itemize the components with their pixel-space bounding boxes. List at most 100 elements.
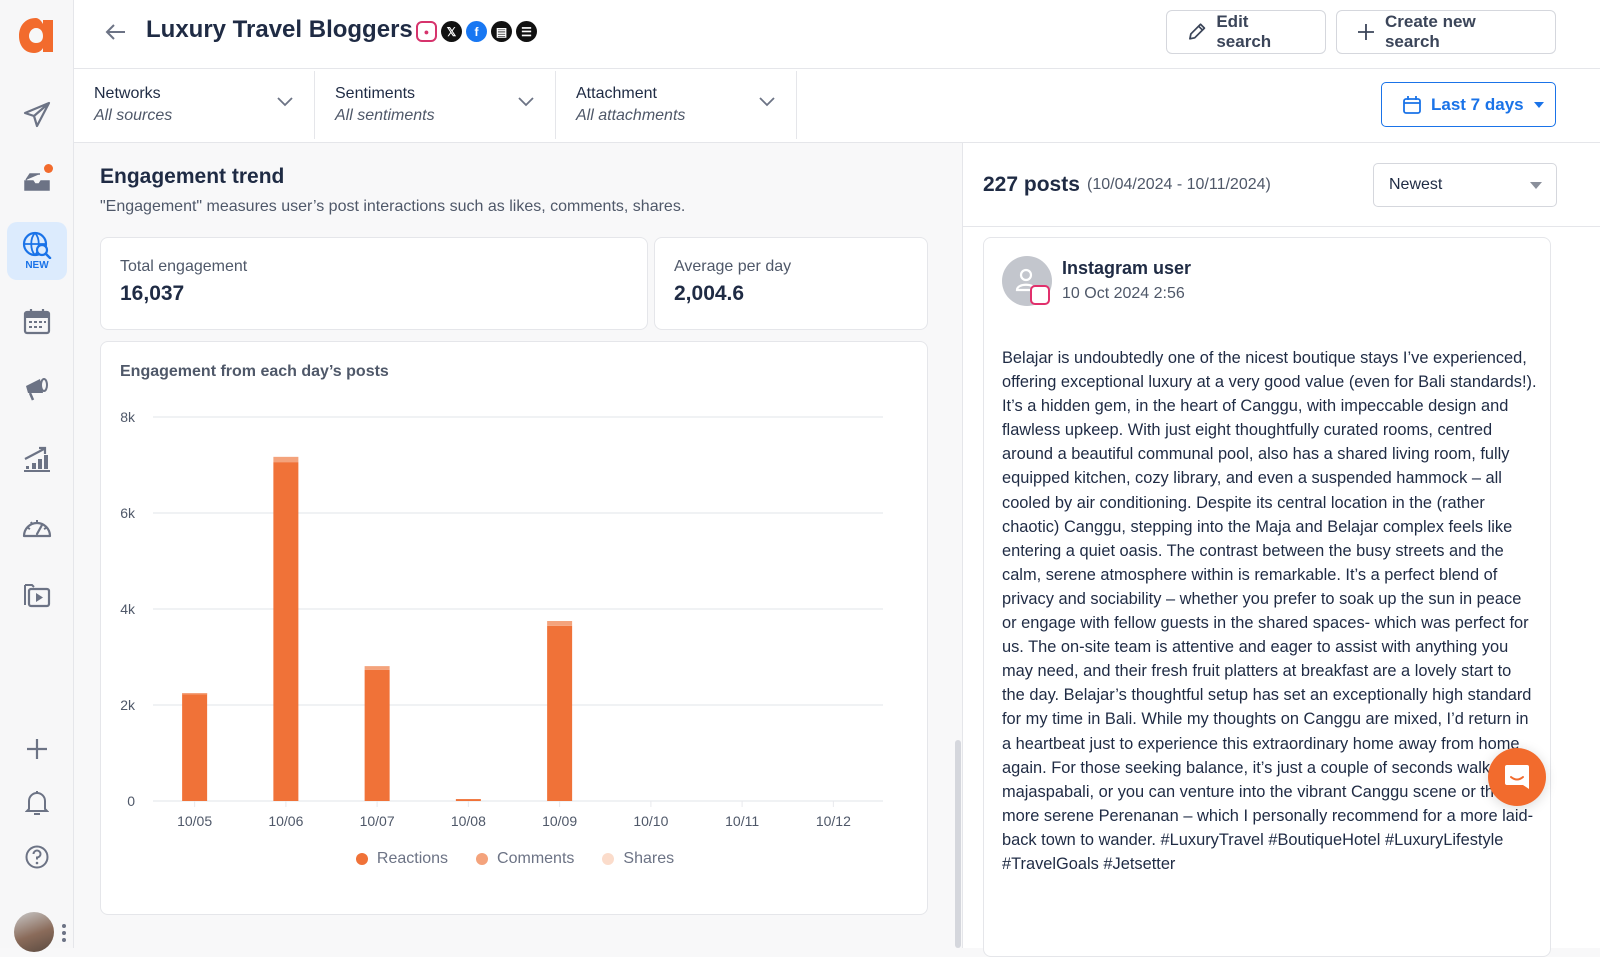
posts-panel: 227 posts (10/04/2024 - 10/11/2024) Newe… [962,143,1600,957]
filter-attachment[interactable]: Attachment All attachments [556,71,797,139]
sidebar-item-inbox[interactable] [7,152,67,210]
back-button[interactable] [104,20,128,44]
bar-reactions [273,462,299,801]
average-per-day-card: Average per day 2,004.6 [654,237,928,330]
sidebar-item-campaigns[interactable] [7,360,67,418]
filter-bar: Networks All sources Sentiments All sent… [74,69,1600,143]
reviews-book-icon: ▤ [491,21,512,42]
inbox-badge [44,164,53,173]
post-text: Belajar is undoubtedly one of the nicest… [1002,349,1537,873]
stat-label: Average per day [674,258,792,275]
bar-reactions [547,625,573,801]
sidebar-help-button[interactable] [7,828,67,886]
app-logo[interactable] [16,14,56,56]
bell-icon [25,791,49,815]
filter-networks[interactable]: Networks All sources [74,71,315,139]
paper-plane-icon [23,101,51,128]
calendar-icon [1403,95,1421,114]
caret-down-icon [1533,101,1544,108]
legend-item-reactions[interactable]: Reactions [355,850,449,868]
main-scrollbar[interactable] [955,740,961,948]
megaphone-icon [26,378,48,401]
globe-search-icon [22,231,52,259]
network-icons: ● 𝕏 f ▤ ☰ [416,21,537,42]
news-icon: ☰ [516,21,537,42]
legend-item-comments[interactable]: Comments [476,850,574,868]
pencil-icon [1189,23,1206,40]
date-range-button[interactable]: Last 7 days [1381,82,1556,127]
speedometer-icon [22,520,52,538]
sidebar-notifications-button[interactable] [7,774,67,832]
section-title: Engagement trend [100,165,285,188]
calendar-icon [23,309,51,335]
facebook-icon: f [466,21,487,42]
post-date: 10 Oct 2024 2:56 [1062,285,1185,302]
create-new-search-label: Create new search [1384,12,1476,51]
legend-label: Shares [623,850,675,867]
x-tick-label: 10/12 [816,813,851,829]
engagement-bar-chart: 0 2k 4k 6k 8k 10/05 10/06 10/07 10/08 10/09 10/10 1… [120,409,883,829]
y-tick-label: 8k [120,409,136,425]
edit-search-button[interactable]: Edit search [1166,10,1326,54]
chart-legend: Reactions Comments Shares [101,850,929,868]
sidebar-item-dashboard[interactable] [7,498,67,556]
legend-item-shares[interactable]: Shares [602,850,674,868]
x-tick-label: 10/06 [268,813,303,829]
x-tick-label: 10/05 [177,813,212,829]
logo-a-icon [19,18,53,53]
x-icon: 𝕏 [441,21,462,42]
sidebar-item-listening[interactable]: NEW [7,222,67,280]
bar-comments [364,666,390,670]
legend-label: Reactions [376,850,449,867]
user-avatar[interactable] [14,912,54,952]
arrow-left-icon [105,24,125,40]
filter-label: Sentiments [335,85,416,102]
page-title: Luxury Travel Bloggers [146,16,413,43]
sidebar: NEW [0,0,74,952]
edit-search-label: Edit search [1216,12,1272,51]
question-circle-icon [25,845,49,869]
legend-label: Comments [497,850,575,867]
sort-value: Newest [1389,176,1443,193]
filter-label: Attachment [576,85,657,102]
sort-select[interactable]: Newest [1373,163,1557,207]
stat-value: 2,004.6 [674,282,745,305]
sidebar-add-button[interactable] [7,720,67,778]
post-author[interactable]: Instagram user [1062,258,1191,279]
top-bar: Luxury Travel Bloggers ● 𝕏 f ▤ ☰ Edit se… [74,0,1600,69]
x-tick-label: 10/09 [542,813,577,829]
bar-reactions [455,799,481,801]
bar-comments [547,621,573,626]
chat-support-button[interactable] [1488,748,1546,806]
stat-value: 16,037 [120,282,185,305]
chevron-down-icon [277,97,293,107]
sidebar-item-media-library[interactable] [7,566,67,624]
section-subtitle: "Engagement" measures user’s post intera… [100,198,686,215]
plus-icon [1357,24,1374,40]
y-tick-label: 0 [127,793,135,809]
post-count: 227 posts [983,173,1080,196]
x-tick-label: 10/08 [451,813,486,829]
y-tick-label: 2k [120,697,136,713]
sidebar-item-analytics[interactable] [7,430,67,488]
instagram-icon: ● [416,21,437,42]
caret-down-icon [1530,182,1542,189]
total-engagement-card: Total engagement 16,037 [100,237,648,330]
plus-icon [27,739,47,759]
chevron-down-icon [518,97,534,107]
filter-value: All sources [94,107,173,124]
sidebar-item-calendar[interactable] [7,292,67,350]
bar-comments [273,456,299,463]
post-card[interactable]: Instagram user 10 Oct 2024 2:56 Belajar … [983,237,1551,957]
y-tick-label: 6k [120,505,136,521]
bar-chart-trend-icon [24,446,50,472]
bar-reactions [182,693,208,801]
user-menu-icon[interactable] [62,924,66,942]
create-new-search-button[interactable]: Create new search [1336,10,1556,54]
date-range-label: Last 7 days [1431,94,1524,114]
legend-dot [355,853,368,865]
filter-sentiments[interactable]: Sentiments All sentiments [315,71,556,139]
sidebar-item-publish[interactable] [7,86,67,144]
post-date-range: (10/04/2024 - 10/11/2024) [1087,176,1271,193]
posts-header: 227 posts (10/04/2024 - 10/11/2024) Newe… [963,143,1600,227]
